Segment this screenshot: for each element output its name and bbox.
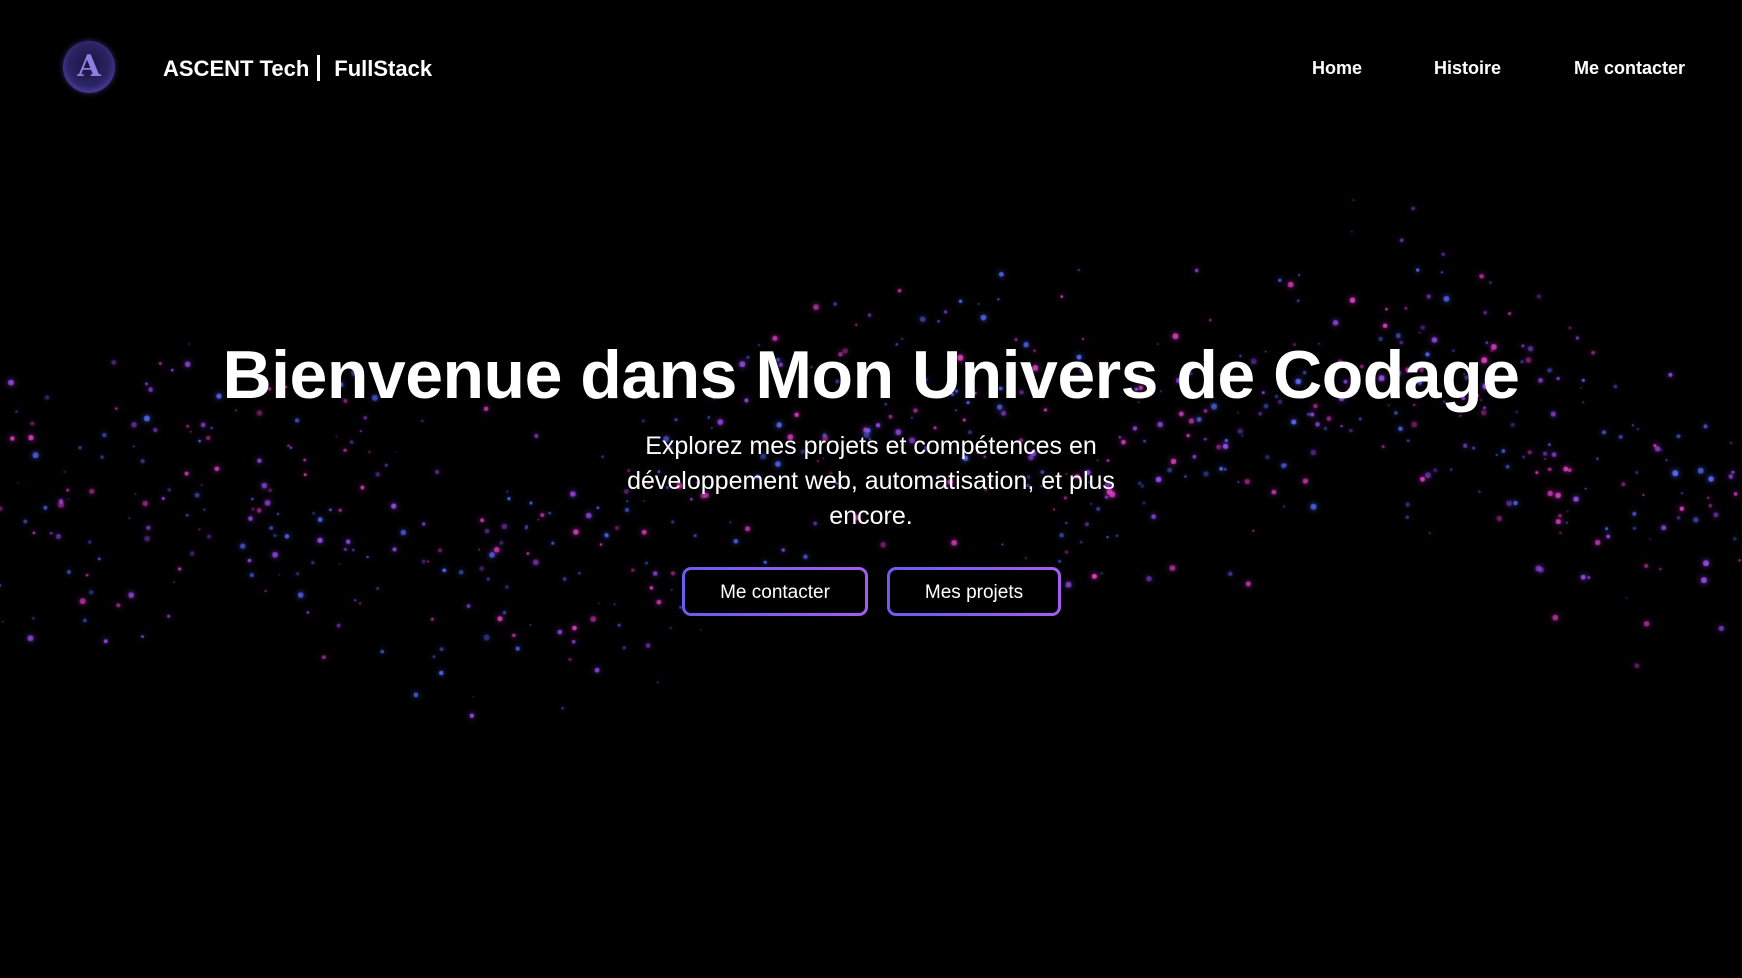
- site-header: A ASCENT Tech FullStack Home Histoire Me …: [0, 0, 1742, 134]
- hero-subtitle: Explorez mes projets et compétences en d…: [627, 432, 1115, 530]
- brand-divider: [317, 55, 321, 81]
- logo-letter: A: [77, 49, 101, 84]
- nav-histoire[interactable]: Histoire: [1434, 58, 1501, 79]
- brand-tagline: FullStack: [334, 56, 433, 81]
- nav-home[interactable]: Home: [1312, 58, 1362, 79]
- brand-name: ASCENT Tech: [163, 56, 310, 81]
- hero: Bienvenue dans Mon Univers de Codage Exp…: [0, 333, 1742, 534]
- contact-button[interactable]: Me contacter: [682, 567, 868, 616]
- logo[interactable]: A: [63, 41, 115, 93]
- brand: ASCENT Tech FullStack: [163, 55, 432, 82]
- projects-button[interactable]: Mes projets: [887, 567, 1061, 616]
- hero-title: Bienvenue dans Mon Univers de Codage: [222, 337, 1520, 413]
- nav-contact[interactable]: Me contacter: [1574, 58, 1685, 79]
